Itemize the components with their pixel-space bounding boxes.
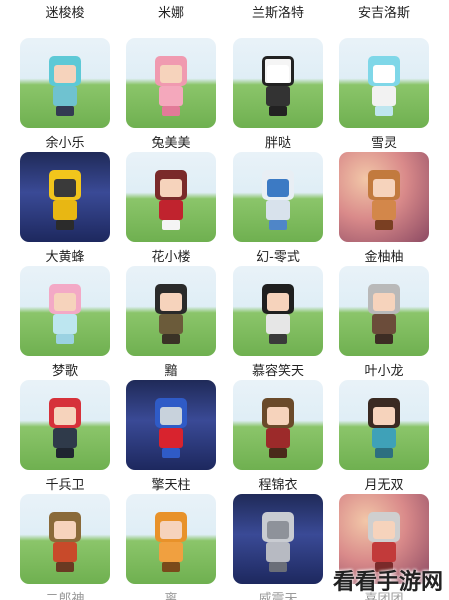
grid-row: 千兵卫 擎天柱 程锦衣 月无双 bbox=[0, 380, 449, 494]
skin-name: 大黄蜂 bbox=[45, 250, 85, 265]
character-figure bbox=[45, 170, 85, 232]
character-figure bbox=[45, 284, 85, 346]
skin-thumbnail[interactable] bbox=[233, 152, 323, 242]
grid-row: 余小乐 兔美美 胖哒 雪灵 bbox=[0, 38, 449, 152]
skin-thumbnail[interactable] bbox=[20, 494, 110, 584]
skin-name: 兔美美 bbox=[151, 136, 191, 151]
skin-name: 雪灵 bbox=[370, 136, 397, 151]
skin-name: 威震天 bbox=[258, 592, 298, 600]
skin-thumbnail[interactable] bbox=[126, 152, 216, 242]
skin-name: 二郎神 bbox=[45, 592, 85, 600]
character-figure bbox=[364, 56, 404, 118]
skin-thumbnail[interactable] bbox=[20, 38, 110, 128]
skin-thumbnail[interactable] bbox=[339, 152, 429, 242]
character-figure bbox=[258, 170, 298, 232]
character-figure bbox=[45, 56, 85, 118]
skin-thumbnail[interactable] bbox=[233, 38, 323, 128]
character-figure bbox=[364, 170, 404, 232]
skin-grid: 迷梭梭 米娜 兰斯洛特 安吉洛斯 余小乐 兔美美 胖哒 雪灵 大黄蜂 花小楼 幻… bbox=[0, 0, 449, 600]
character-figure bbox=[151, 170, 191, 232]
skin-name: 安吉洛斯 bbox=[357, 6, 410, 21]
skin-thumbnail[interactable] bbox=[233, 494, 323, 584]
character-figure bbox=[258, 512, 298, 574]
skin-name: 月无双 bbox=[364, 478, 404, 493]
grid-row: 迷梭梭 米娜 兰斯洛特 安吉洛斯 bbox=[0, 0, 449, 38]
skin-thumbnail[interactable] bbox=[339, 38, 429, 128]
character-figure bbox=[45, 512, 85, 574]
skin-name: 梦歌 bbox=[51, 364, 78, 379]
character-figure bbox=[258, 56, 298, 118]
character-figure bbox=[258, 398, 298, 460]
skin-name: 余小乐 bbox=[45, 136, 85, 151]
character-figure bbox=[364, 284, 404, 346]
skin-thumbnail[interactable] bbox=[233, 266, 323, 356]
grid-row: 大黄蜂 花小楼 幻-零式 金柚柚 bbox=[0, 152, 449, 266]
skin-thumbnail[interactable] bbox=[339, 266, 429, 356]
skin-name: 离 bbox=[164, 592, 178, 600]
skin-thumbnail[interactable] bbox=[126, 38, 216, 128]
grid-row: 梦歌 黯 慕容笑天 叶小龙 bbox=[0, 266, 449, 380]
skin-thumbnail[interactable] bbox=[233, 380, 323, 470]
character-figure bbox=[151, 56, 191, 118]
character-figure bbox=[364, 398, 404, 460]
skin-name: 米娜 bbox=[157, 6, 184, 21]
character-figure bbox=[151, 512, 191, 574]
skin-name: 黯 bbox=[164, 364, 178, 379]
character-figure bbox=[151, 284, 191, 346]
skin-thumbnail[interactable] bbox=[339, 380, 429, 470]
skin-name: 慕容笑天 bbox=[251, 364, 304, 379]
skin-name: 胖哒 bbox=[264, 136, 291, 151]
skin-thumbnail[interactable] bbox=[126, 380, 216, 470]
skin-name: 千兵卫 bbox=[45, 478, 85, 493]
skin-thumbnail[interactable] bbox=[126, 494, 216, 584]
skin-name: 程锦衣 bbox=[258, 478, 298, 493]
skin-thumbnail[interactable] bbox=[126, 266, 216, 356]
skin-thumbnail[interactable] bbox=[20, 380, 110, 470]
skin-name: 兰斯洛特 bbox=[251, 6, 304, 21]
character-figure bbox=[45, 398, 85, 460]
character-figure bbox=[258, 284, 298, 346]
skin-name: 迷梭梭 bbox=[45, 6, 85, 21]
skin-name: 叶小龙 bbox=[364, 364, 404, 379]
character-figure bbox=[151, 398, 191, 460]
skin-thumbnail[interactable] bbox=[20, 152, 110, 242]
skin-thumbnail[interactable] bbox=[20, 266, 110, 356]
site-watermark: 看看手游网 bbox=[332, 570, 443, 595]
skin-name: 花小楼 bbox=[151, 250, 191, 265]
skin-name: 金柚柚 bbox=[364, 250, 404, 265]
skin-name: 擎天柱 bbox=[151, 478, 191, 493]
skin-name: 幻-零式 bbox=[256, 250, 300, 265]
